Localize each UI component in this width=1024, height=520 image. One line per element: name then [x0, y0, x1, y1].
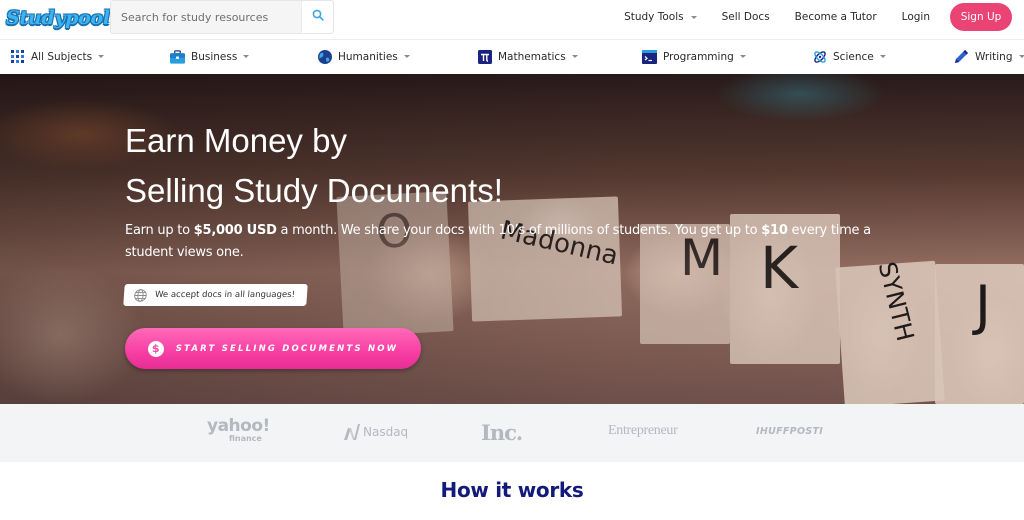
chevron-down-icon: [879, 55, 886, 58]
nav-sell-docs[interactable]: Sell Docs: [722, 11, 770, 23]
pen-icon: [954, 49, 969, 64]
subject-label: Mathematics: [498, 50, 566, 63]
subtitle-text: a month. We share your docs with 10’s of…: [276, 223, 762, 238]
hero-title-line-1: Earn Money by: [125, 122, 347, 159]
dollar-icon: $: [147, 340, 164, 357]
studypool-logo[interactable]: Studypool: [6, 4, 110, 32]
logo-text: Studypool: [6, 7, 110, 29]
subject-label: Business: [191, 50, 238, 63]
start-selling-button[interactable]: $ START SELLING DOCUMENTS NOW: [125, 328, 421, 369]
language-badge-text: We accept docs in all languages!: [154, 290, 296, 300]
chevron-down-icon: [690, 15, 697, 19]
chevron-down-icon: [403, 55, 410, 58]
terminal-icon: [642, 49, 657, 64]
yahoo-finance-logo: yahoo! finance: [207, 418, 270, 444]
subject-label: Programming: [663, 50, 734, 63]
nasdaq-logo: Nasdaq: [342, 424, 408, 440]
earnings-amount: $5,000 USD: [193, 223, 277, 238]
subject-writing[interactable]: Writing: [954, 49, 1024, 64]
subject-programming[interactable]: Programming: [642, 49, 746, 64]
grid-icon: [10, 49, 25, 64]
subject-label: All Subjects: [31, 50, 93, 63]
start-selling-label: START SELLING DOCUMENTS NOW: [175, 343, 399, 354]
header-nav: Study Tools Sell Docs Become a Tutor Log…: [599, 0, 1012, 34]
subject-label: Writing: [975, 50, 1013, 63]
chevron-down-icon: [243, 55, 250, 58]
subject-business[interactable]: Business: [170, 49, 250, 64]
briefcase-icon: [170, 49, 185, 64]
sign-up-button[interactable]: Sign Up: [950, 3, 1012, 31]
chevron-down-icon: [571, 55, 578, 58]
globe-icon: [134, 288, 148, 302]
subtitle-text: Earn up to: [125, 223, 194, 238]
hero-subtitle: Earn up to $5,000 USD a month. We share …: [125, 220, 915, 264]
language-badge: We accept docs in all languages!: [123, 284, 308, 306]
subject-science[interactable]: Science: [812, 49, 886, 64]
chevron-down-icon: [98, 55, 105, 58]
subject-all-subjects[interactable]: All Subjects: [10, 49, 105, 64]
subject-label: Humanities: [338, 50, 398, 63]
globe-icon: [317, 49, 332, 64]
nasdaq-logo-text: Nasdaq: [363, 425, 409, 439]
huffpost-logo: IHUFFPOSTI: [756, 426, 824, 437]
search-button[interactable]: [301, 1, 333, 33]
search-input[interactable]: [111, 1, 301, 33]
subject-humanities[interactable]: Humanities: [317, 49, 410, 64]
chevron-down-icon: [739, 55, 746, 58]
subject-label: Science: [833, 50, 874, 63]
per-view-amount: $10: [761, 223, 788, 238]
entrepreneur-logo: Entrepreneur: [608, 423, 678, 438]
nav-login[interactable]: Login: [902, 11, 930, 23]
search-icon: [312, 8, 324, 26]
press-logos: yahoo! finance Nasdaq Inc. Entrepreneur …: [0, 404, 1024, 462]
how-it-works-heading: How it works: [440, 478, 584, 502]
pi-icon: [477, 49, 492, 64]
nav-study-tools-label: Study Tools: [624, 11, 684, 23]
inc-logo: Inc.: [481, 420, 523, 445]
chevron-down-icon: [1018, 55, 1024, 58]
hero-banner: O Madonna M K SYNTH J Earn Money by Sell…: [0, 74, 1024, 404]
top-header: Studypool Study Tools Sell Docs Become a…: [0, 0, 1024, 40]
nav-become-tutor[interactable]: Become a Tutor: [795, 11, 877, 23]
hero-title: Earn Money by Selling Study Documents!: [125, 116, 503, 216]
nav-study-tools[interactable]: Study Tools: [624, 11, 697, 23]
subject-nav: All Subjects Business Humanities Mathema…: [0, 41, 1024, 74]
search-bar: [110, 0, 334, 34]
yahoo-logo-text: yahoo!: [207, 416, 270, 436]
subject-mathematics[interactable]: Mathematics: [477, 49, 578, 64]
atom-icon: [812, 49, 827, 64]
hero-title-line-2: Selling Study Documents!: [125, 172, 503, 209]
nasdaq-mark-icon: [342, 424, 360, 440]
